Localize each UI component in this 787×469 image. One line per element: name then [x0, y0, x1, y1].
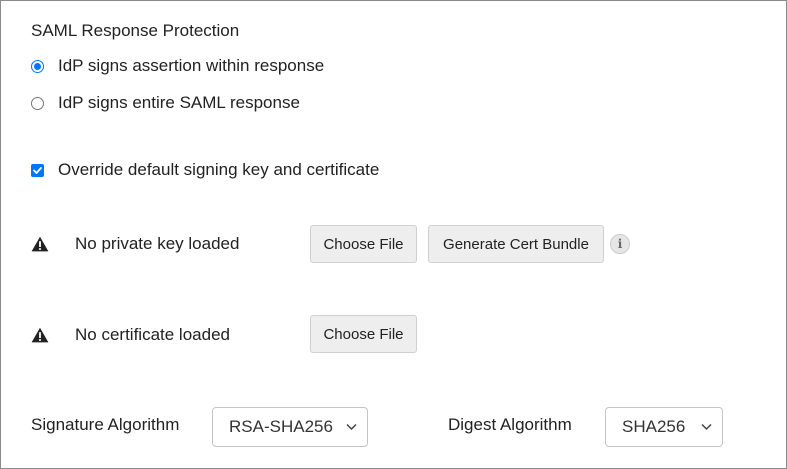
signature-algorithm-select[interactable]: RSA-SHA256 — [212, 407, 368, 447]
signature-algorithm-value: RSA-SHA256 — [229, 417, 333, 436]
signature-algorithm-label: Signature Algorithm — [31, 415, 180, 434]
radio-option-sign-response[interactable]: IdP signs entire SAML response — [31, 93, 300, 113]
radio-button[interactable] — [31, 96, 44, 110]
digest-algorithm-label: Digest Algorithm — [448, 415, 572, 434]
radio-label: IdP signs entire SAML response — [58, 93, 300, 112]
radio-option-sign-assertion[interactable]: IdP signs assertion within response — [31, 56, 324, 76]
radio-button-selected[interactable] — [31, 59, 44, 73]
override-signing-label: Override default signing key and certifi… — [58, 160, 380, 179]
override-signing-checkbox-row[interactable]: Override default signing key and certifi… — [31, 160, 379, 180]
radio-label: IdP signs assertion within response — [58, 56, 325, 75]
info-icon[interactable]: i — [610, 234, 630, 254]
chevron-down-icon — [701, 423, 712, 431]
choose-certificate-file-button[interactable]: Choose File — [310, 315, 417, 353]
chevron-down-icon — [346, 423, 357, 431]
warning-icon — [31, 327, 49, 343]
section-title: SAML Response Protection — [31, 21, 240, 40]
certificate-status: No certificate loaded — [75, 325, 230, 344]
digest-algorithm-value: SHA256 — [622, 417, 686, 436]
choose-private-key-file-button[interactable]: Choose File — [310, 225, 417, 263]
warning-icon — [31, 236, 49, 252]
digest-algorithm-select[interactable]: SHA256 — [605, 407, 723, 447]
generate-cert-bundle-button[interactable]: Generate Cert Bundle — [428, 225, 604, 263]
override-signing-checkbox[interactable] — [31, 163, 44, 177]
private-key-status: No private key loaded — [75, 234, 240, 253]
